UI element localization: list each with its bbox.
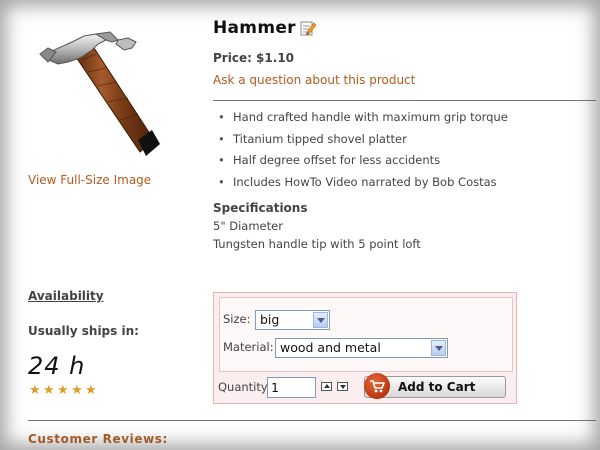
feature-item: Hand crafted handle with maximum grip to…: [218, 108, 508, 130]
customer-reviews-heading: Customer Reviews:: [28, 432, 168, 446]
quantity-input[interactable]: 1: [267, 377, 316, 398]
specifications-heading: Specifications: [213, 201, 308, 215]
size-select-value: big: [260, 312, 280, 327]
ships-in-label: Usually ships in:: [28, 324, 139, 338]
star-icon: ★: [29, 383, 41, 398]
ask-question-link[interactable]: Ask a question about this product: [213, 73, 415, 87]
feature-item: Titanium tipped shovel platter: [218, 130, 508, 152]
availability-link[interactable]: Availability: [28, 289, 104, 303]
feature-list: Hand crafted handle with maximum grip to…: [218, 108, 508, 194]
spec-line: 5" Diameter: [213, 219, 283, 233]
divider: [28, 420, 596, 421]
star-icon: ★: [43, 383, 55, 398]
star-icon: ★: [57, 383, 69, 398]
product-price: Price: $1.10: [213, 51, 295, 65]
material-select[interactable]: wood and metal: [275, 338, 448, 358]
feature-item: Includes HowTo Video narrated by Bob Cos…: [218, 173, 508, 195]
stepper-down-icon[interactable]: [337, 382, 348, 391]
size-select[interactable]: big: [255, 310, 330, 330]
chevron-down-icon[interactable]: [431, 340, 446, 356]
size-label: Size:: [223, 312, 251, 326]
material-label: Material:: [223, 340, 274, 354]
ship-time: 24 h: [28, 352, 86, 380]
attributes-panel: [219, 297, 513, 372]
cart-icon[interactable]: [364, 373, 390, 399]
rating-stars: ★ ★ ★ ★ ★: [29, 379, 99, 397]
material-select-value: wood and metal: [280, 340, 381, 355]
stepper-up-icon[interactable]: [321, 382, 332, 391]
edit-icon[interactable]: [300, 20, 316, 36]
product-image[interactable]: [36, 28, 166, 160]
quantity-label: Quantity:: [218, 380, 271, 394]
star-icon: ★: [85, 383, 97, 398]
add-to-cart-label[interactable]: Add to Cart: [398, 380, 475, 394]
product-title: Hammer: [213, 18, 296, 38]
view-full-size-link[interactable]: View Full-Size Image: [28, 173, 151, 187]
star-icon: ★: [71, 383, 83, 398]
cart-glyph: [370, 380, 385, 393]
spec-line: Tungsten handle tip with 5 point loft: [213, 237, 421, 251]
chevron-down-icon[interactable]: [313, 312, 328, 328]
feature-item: Half degree offset for less accidents: [218, 151, 508, 173]
divider: [213, 100, 596, 101]
quantity-value: 1: [271, 380, 279, 395]
